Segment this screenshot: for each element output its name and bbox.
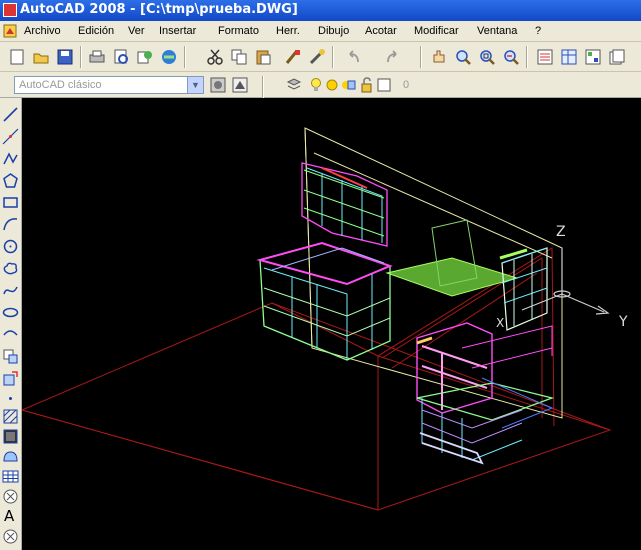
sheet-set-manager-icon[interactable]: [608, 48, 626, 66]
drawing-document-icon[interactable]: [2, 23, 18, 39]
properties-icon[interactable]: [536, 48, 554, 66]
rectangle-icon[interactable]: [2, 194, 19, 211]
lightbulb-on-icon[interactable]: [308, 77, 324, 93]
hatch-icon[interactable]: [2, 408, 19, 425]
3d-wireframe-model: [22, 127, 612, 511]
workspace-settings-icon[interactable]: [210, 77, 226, 93]
toolbar-separator: [420, 46, 422, 68]
etransmit-icon[interactable]: [160, 48, 178, 66]
table-icon[interactable]: [2, 468, 19, 485]
my-workspace-icon[interactable]: [232, 77, 248, 93]
menu-ver[interactable]: Ver: [128, 25, 145, 37]
block-editor-icon[interactable]: [308, 48, 326, 66]
ucs-x-label: X: [496, 316, 505, 330]
drawing-viewport[interactable]: Z Y X: [22, 98, 641, 550]
zoom-realtime-icon[interactable]: [454, 48, 472, 66]
revision-cloud-icon[interactable]: [2, 260, 19, 277]
ellipse-arc-icon[interactable]: [2, 326, 19, 343]
toolbar-separator: [262, 76, 264, 98]
viewport-freeze-icon[interactable]: [340, 77, 356, 93]
publish-icon[interactable]: [136, 48, 154, 66]
line-icon[interactable]: [2, 106, 19, 123]
standard-toolbar: [0, 42, 641, 72]
menu-dibujo[interactable]: Dibujo: [318, 25, 349, 37]
zoom-window-icon[interactable]: [478, 48, 496, 66]
menu-formato[interactable]: Formato: [218, 25, 259, 37]
menu-modificar[interactable]: Modificar: [414, 25, 459, 37]
window-title: AutoCAD 2008 - [C:\tmp\prueba.DWG]: [20, 2, 298, 17]
workspaces-layers-toolbar: AutoCAD clásico ▼ 0: [0, 72, 641, 98]
add-selected-icon[interactable]: [2, 528, 19, 545]
zoom-previous-icon[interactable]: [502, 48, 520, 66]
padlock-unlocked-icon[interactable]: [358, 77, 374, 93]
menu-edicion[interactable]: Edición: [78, 25, 114, 37]
redo-icon[interactable]: [384, 48, 402, 66]
right-wall-box: [499, 247, 548, 331]
ucs-axes-icon: [521, 248, 610, 315]
current-layer-name: 0: [403, 79, 410, 91]
sun-thaw-icon[interactable]: [324, 77, 340, 93]
left-shelf-box: [256, 241, 393, 361]
lower-cabinet-cluster: [416, 322, 555, 465]
open-icon[interactable]: [32, 48, 50, 66]
tool-palettes-icon[interactable]: [584, 48, 602, 66]
toolbar-separator: [184, 46, 186, 68]
designcenter-icon[interactable]: [560, 48, 578, 66]
gradient-icon[interactable]: [2, 428, 19, 445]
menu-bar: Archivo Edición Ver Insertar Formato Her…: [0, 21, 641, 42]
upper-cabinet: [301, 162, 388, 247]
menu-insertar[interactable]: Insertar: [159, 25, 196, 37]
undo-icon[interactable]: [344, 48, 362, 66]
menu-herr[interactable]: Herr.: [276, 25, 300, 37]
layer-color-swatch-icon[interactable]: [376, 77, 392, 93]
ucs-y-label: Y: [619, 314, 628, 330]
save-icon[interactable]: [56, 48, 74, 66]
workspace-select[interactable]: AutoCAD clásico ▼: [14, 76, 204, 94]
menu-archivo[interactable]: Archivo: [24, 25, 61, 37]
paste-icon[interactable]: [254, 48, 272, 66]
ellipse-icon[interactable]: [2, 304, 19, 321]
insert-block-icon[interactable]: [2, 348, 19, 365]
polygon-icon[interactable]: [2, 172, 19, 189]
chevron-down-icon[interactable]: ▼: [187, 77, 203, 93]
circle-icon[interactable]: [2, 238, 19, 255]
menu-ayuda[interactable]: ?: [535, 25, 541, 37]
title-bar: AutoCAD 2008 - [C:\tmp\prueba.DWG]: [0, 0, 641, 21]
pan-realtime-icon[interactable]: [430, 48, 448, 66]
draw-toolbar: A: [0, 98, 22, 550]
qnew-icon[interactable]: [8, 48, 26, 66]
layer-properties-icon[interactable]: [286, 77, 302, 93]
region-icon[interactable]: [2, 448, 19, 465]
match-properties-icon[interactable]: [284, 48, 302, 66]
plot-icon[interactable]: [88, 48, 106, 66]
menu-ventana[interactable]: Ventana: [477, 25, 517, 37]
construction-line-icon[interactable]: [2, 128, 19, 145]
workspace-select-value: AutoCAD clásico: [19, 79, 102, 91]
make-block-icon[interactable]: [2, 370, 19, 387]
cut-icon[interactable]: [206, 48, 224, 66]
arc-icon[interactable]: [2, 216, 19, 233]
autocad-app-icon[interactable]: [3, 3, 17, 17]
red-floor-planes: [22, 247, 612, 511]
menu-acotar[interactable]: Acotar: [365, 25, 397, 37]
toolbar-separator: [332, 46, 334, 68]
green-platform: [385, 219, 519, 297]
multiline-text-icon[interactable]: [2, 488, 19, 505]
toolbar-separator: [526, 46, 528, 68]
spline-icon[interactable]: [2, 282, 19, 299]
toolbar-separator: [80, 46, 82, 68]
ucs-z-label: Z: [556, 224, 566, 240]
point-icon[interactable]: [2, 390, 19, 407]
text-tool-label[interactable]: A: [4, 507, 14, 525]
copy-icon[interactable]: [230, 48, 248, 66]
plot-preview-icon[interactable]: [112, 48, 130, 66]
polyline-icon[interactable]: [2, 150, 19, 167]
